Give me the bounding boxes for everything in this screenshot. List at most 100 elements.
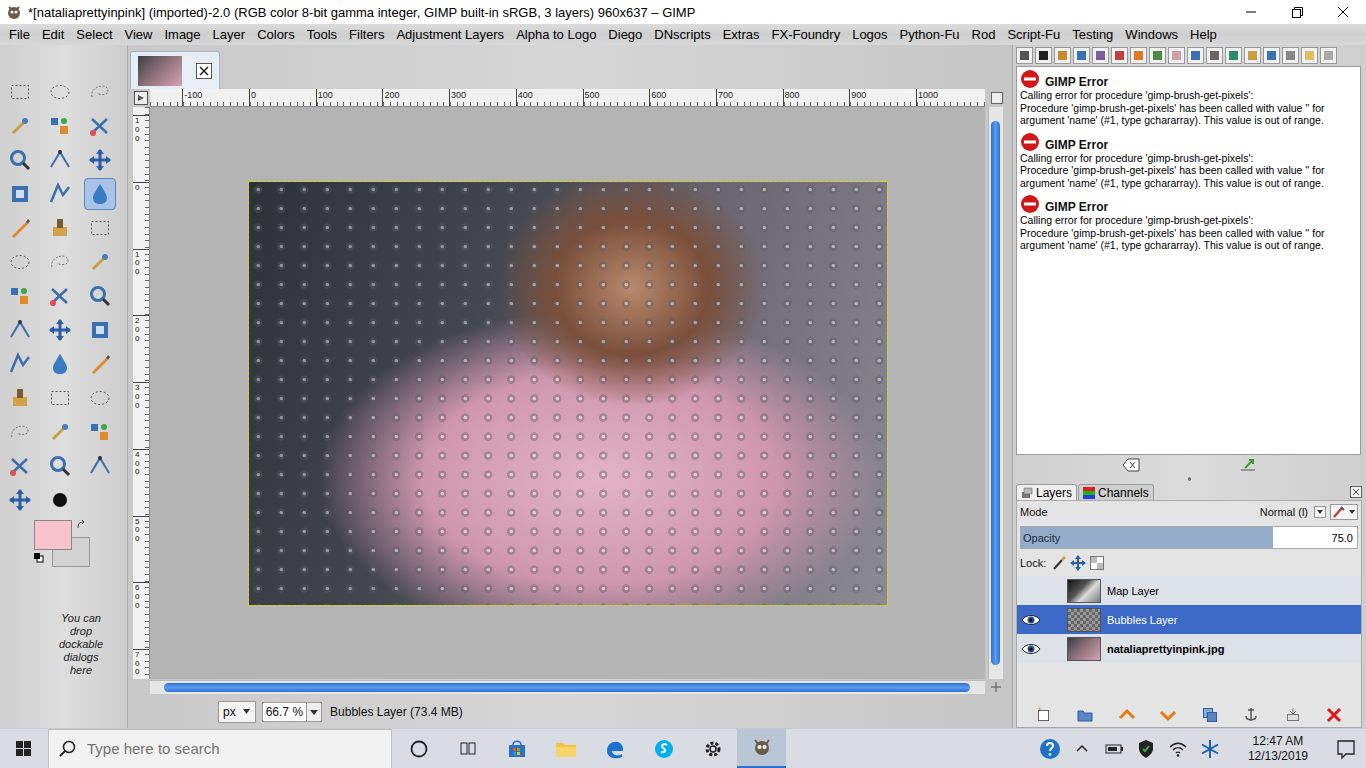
tool-button[interactable] bbox=[0, 245, 40, 279]
dialog-tab-icon[interactable] bbox=[1035, 47, 1052, 64]
swap-colors-icon[interactable] bbox=[76, 520, 86, 530]
lock-position-icon[interactable] bbox=[1070, 555, 1086, 571]
tool-button[interactable] bbox=[40, 415, 80, 449]
tool-button[interactable] bbox=[0, 177, 40, 211]
tool-icon[interactable] bbox=[4, 144, 36, 176]
tool-button[interactable] bbox=[80, 109, 120, 143]
tool-button[interactable] bbox=[80, 347, 120, 381]
taskbar-app[interactable] bbox=[394, 729, 443, 768]
lower-layer-icon[interactable] bbox=[1159, 706, 1177, 724]
tool-icon[interactable] bbox=[4, 178, 36, 210]
menu-item[interactable]: Python-Fu bbox=[894, 27, 966, 42]
tool-icon[interactable] bbox=[44, 212, 76, 244]
tool-icon[interactable] bbox=[84, 348, 116, 380]
tool-button[interactable] bbox=[0, 483, 40, 517]
tool-icon[interactable] bbox=[44, 348, 76, 380]
tool-button[interactable] bbox=[80, 143, 120, 177]
tool-button[interactable] bbox=[0, 347, 40, 381]
menu-item[interactable]: Logos bbox=[846, 27, 893, 42]
tool-button[interactable] bbox=[80, 381, 120, 415]
new-group-icon[interactable] bbox=[1076, 706, 1094, 724]
menu-item[interactable]: File bbox=[3, 27, 36, 42]
visibility-toggle[interactable] bbox=[1017, 605, 1045, 634]
tool-button[interactable] bbox=[40, 75, 80, 109]
panel-tab[interactable]: Layers bbox=[1016, 484, 1077, 500]
tool-button[interactable] bbox=[40, 347, 80, 381]
tool-icon[interactable] bbox=[84, 76, 116, 108]
menu-item[interactable]: Script-Fu bbox=[1001, 27, 1066, 42]
tool-icon[interactable] bbox=[4, 110, 36, 142]
tool-button[interactable] bbox=[80, 245, 120, 279]
dialog-tab-icon[interactable] bbox=[1149, 47, 1166, 64]
tool-icon[interactable] bbox=[4, 212, 36, 244]
vertical-scrollbar[interactable] bbox=[988, 107, 1003, 679]
menu-item[interactable]: Rod bbox=[966, 27, 1002, 42]
security-icon[interactable] bbox=[1134, 737, 1158, 761]
taskbar-search[interactable] bbox=[48, 729, 392, 768]
opacity-slider[interactable]: Opacity75.0 bbox=[1020, 526, 1358, 549]
snowflake-icon[interactable] bbox=[1198, 737, 1222, 761]
raise-layer-icon[interactable] bbox=[1118, 706, 1136, 724]
clock[interactable]: 12:47 AM12/13/2019 bbox=[1238, 734, 1318, 764]
dialog-tab-icon[interactable] bbox=[1206, 47, 1223, 64]
close-icon[interactable] bbox=[1320, 0, 1366, 24]
tool-button[interactable] bbox=[40, 177, 80, 211]
menu-item[interactable]: Extras bbox=[717, 27, 766, 42]
anchor-layer-icon[interactable] bbox=[1242, 706, 1260, 724]
unit-dropdown[interactable]: px bbox=[218, 701, 256, 723]
tool-icon[interactable] bbox=[44, 76, 76, 108]
dialog-tab-icon[interactable] bbox=[1016, 47, 1033, 64]
scroll-thumb[interactable] bbox=[164, 683, 970, 692]
tool-button[interactable] bbox=[80, 449, 120, 483]
layer-row[interactable]: Bubbles Layer bbox=[1017, 605, 1361, 634]
start-icon[interactable] bbox=[0, 729, 48, 768]
dialog-tab-icon[interactable] bbox=[1168, 47, 1185, 64]
tool-icon[interactable] bbox=[84, 178, 116, 210]
menu-item[interactable]: Help bbox=[1184, 27, 1223, 42]
tool-icon[interactable] bbox=[44, 280, 76, 312]
menu-item[interactable]: Testing bbox=[1066, 27, 1119, 42]
tool-icon[interactable] bbox=[84, 314, 116, 346]
dialog-tab-icon[interactable] bbox=[1282, 47, 1299, 64]
scroll-thumb[interactable] bbox=[991, 121, 1000, 665]
show-hidden-icon[interactable] bbox=[1070, 737, 1094, 761]
tool-icon[interactable] bbox=[44, 382, 76, 414]
restore-icon[interactable] bbox=[1274, 0, 1320, 24]
panel-tab[interactable]: Channels bbox=[1078, 484, 1154, 500]
menu-item[interactable]: Tools bbox=[301, 27, 343, 42]
zoom-dropdown-icon[interactable] bbox=[306, 703, 321, 721]
navigate-icon[interactable] bbox=[990, 89, 1005, 107]
tool-icon[interactable] bbox=[84, 212, 116, 244]
taskbar-app[interactable] bbox=[541, 729, 590, 768]
menu-item[interactable]: DNscripts bbox=[648, 27, 716, 42]
default-colors-icon[interactable] bbox=[34, 553, 44, 563]
save-console-icon[interactable] bbox=[1239, 458, 1257, 472]
tool-button[interactable] bbox=[40, 143, 80, 177]
tool-icon[interactable] bbox=[4, 246, 36, 278]
menu-item[interactable]: Windows bbox=[1119, 27, 1184, 42]
visibility-toggle[interactable] bbox=[1017, 634, 1045, 663]
tool-button[interactable] bbox=[0, 313, 40, 347]
pane-separator[interactable] bbox=[1013, 475, 1366, 483]
tool-icon[interactable] bbox=[84, 280, 116, 312]
duplicate-layer-icon[interactable] bbox=[1201, 706, 1219, 724]
taskbar-app[interactable] bbox=[639, 729, 688, 768]
menu-item[interactable]: Image bbox=[158, 27, 206, 42]
panel-menu-icon[interactable] bbox=[1350, 486, 1362, 498]
tool-button[interactable] bbox=[40, 449, 80, 483]
menu-item[interactable]: View bbox=[119, 27, 159, 42]
menu-item[interactable]: Colors bbox=[251, 27, 301, 42]
tool-icon[interactable] bbox=[44, 246, 76, 278]
tool-icon[interactable] bbox=[44, 314, 76, 346]
tool-button[interactable] bbox=[0, 75, 40, 109]
tool-button[interactable] bbox=[80, 313, 120, 347]
search-input[interactable] bbox=[85, 739, 391, 758]
tool-button[interactable] bbox=[0, 143, 40, 177]
chain-toggle[interactable] bbox=[1045, 605, 1067, 634]
tool-icon[interactable] bbox=[4, 450, 36, 482]
tool-button[interactable] bbox=[40, 109, 80, 143]
menu-item[interactable]: Adjustment Layers bbox=[390, 27, 510, 42]
help-icon[interactable] bbox=[1038, 737, 1062, 761]
lock-alpha-icon[interactable] bbox=[1089, 555, 1105, 571]
dialog-tab-icon[interactable] bbox=[1092, 47, 1109, 64]
